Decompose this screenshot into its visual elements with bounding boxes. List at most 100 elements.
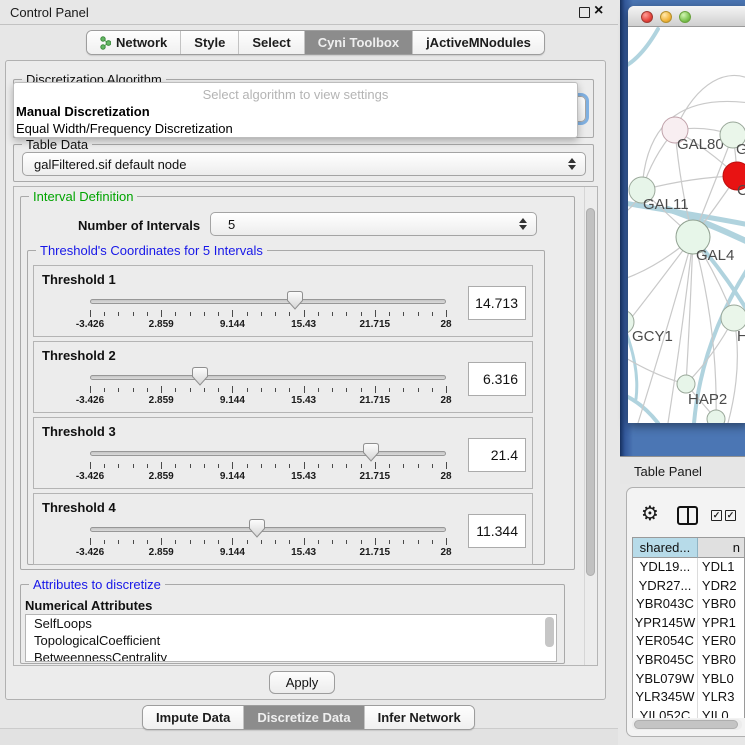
threshold-label: Threshold 4 — [42, 500, 116, 515]
slider-tick-label: 28 — [440, 471, 451, 482]
slider-tick — [261, 388, 262, 392]
number-of-intervals-value: 5 — [211, 217, 536, 232]
slider-tick — [261, 312, 262, 316]
slider-tick — [318, 388, 319, 392]
table-row[interactable]: YBR045CYBR0 — [633, 651, 744, 670]
slider-tick — [304, 462, 305, 469]
table-row[interactable]: YIL052CYIL0 — [633, 707, 744, 718]
gear-icon[interactable]: ⚙ — [641, 501, 659, 525]
table-row[interactable]: YBR043CYBR0 — [633, 595, 744, 614]
slider-tick — [104, 540, 105, 544]
slider-tick — [190, 388, 191, 392]
vertical-scrollbar-thumb[interactable] — [586, 208, 595, 576]
tab-network[interactable]: Network — [87, 31, 181, 54]
slider-tick — [218, 388, 219, 392]
list-item[interactable]: TopologicalCoefficient — [26, 632, 556, 649]
network-node-label: GA — [736, 141, 745, 158]
threshold-value-field[interactable]: 14.713 — [468, 286, 526, 320]
algorithm-option[interactable]: Manual Discretization — [16, 104, 556, 119]
slider-tick — [90, 538, 91, 545]
slider-tick — [289, 388, 290, 392]
slider-tick-label: 21.715 — [360, 547, 391, 558]
horizontal-scrollbar-track[interactable] — [632, 719, 742, 730]
slider-tick-label: -3.426 — [76, 395, 104, 406]
list-item[interactable]: SelfLoops — [26, 615, 556, 632]
table-row[interactable]: YDR27...YDR2 — [633, 577, 744, 596]
slider-tick — [289, 464, 290, 468]
algorithm-option[interactable]: Equal Width/Frequency Discretization — [16, 121, 556, 136]
number-of-intervals-combobox[interactable]: 5 — [210, 212, 537, 236]
checkbox-icon[interactable]: ✓ — [725, 510, 736, 521]
close-icon[interactable]: × — [594, 2, 603, 20]
close-traffic-light-icon[interactable] — [641, 11, 653, 23]
slider-tick — [247, 388, 248, 392]
tab-style[interactable]: Style — [181, 31, 239, 54]
threshold-value-field[interactable]: 6.316 — [468, 362, 526, 396]
column-header-name[interactable]: n — [698, 538, 744, 558]
cell-name: YPR1 — [698, 614, 744, 633]
float-window-icon[interactable] — [579, 7, 590, 18]
minimize-traffic-light-icon[interactable] — [660, 11, 672, 23]
tab-cyni-toolbox[interactable]: Cyni Toolbox — [305, 31, 413, 54]
slider-tick — [446, 538, 447, 545]
cell-name: YBR0 — [698, 595, 744, 614]
tab-impute-data[interactable]: Impute Data — [143, 706, 244, 729]
table-row[interactable]: YBL079WYBL0 — [633, 670, 744, 689]
screen: Control Panel × NetworkStyleSelectCyni T… — [0, 0, 745, 745]
threshold-value-field[interactable]: 21.4 — [468, 438, 526, 472]
list-scrollbar-thumb[interactable] — [545, 617, 554, 647]
tab-infer-network[interactable]: Infer Network — [365, 706, 474, 729]
slider-thumb[interactable] — [287, 291, 303, 310]
slider-thumb[interactable] — [249, 519, 265, 538]
slider-track[interactable] — [90, 299, 446, 304]
slider-track[interactable] — [90, 375, 446, 380]
column-browser-icon[interactable] — [677, 506, 698, 525]
slider-tick — [232, 462, 233, 469]
slider-tick — [403, 312, 404, 316]
tab-select[interactable]: Select — [239, 31, 304, 54]
table-row[interactable]: YDL19...YDL1 — [633, 558, 744, 577]
slider-tick — [432, 388, 433, 392]
slider-tick — [204, 540, 205, 544]
slider-tick — [361, 464, 362, 468]
combo-arrows-icon — [519, 218, 527, 230]
checkbox-icon[interactable]: ✓ — [711, 510, 722, 521]
slider-tick — [204, 464, 205, 468]
cyni-mode-tabs: Impute DataDiscretize DataInfer Network — [142, 705, 475, 730]
slider-thumb[interactable] — [192, 367, 208, 386]
network-node[interactable] — [707, 410, 725, 423]
table-data-combobox[interactable]: galFiltered.sif default node — [22, 152, 586, 176]
slider-tick — [361, 540, 362, 544]
slider-tick — [175, 540, 176, 544]
threshold-label: Threshold 1 — [42, 272, 116, 287]
column-header-shared[interactable]: shared... — [633, 538, 698, 558]
table-row[interactable]: YER054CYER0 — [633, 632, 744, 651]
slider-tick — [375, 310, 376, 317]
slider-tick — [403, 388, 404, 392]
tab-discretize-data[interactable]: Discretize Data — [244, 706, 364, 729]
table-row[interactable]: YLR345WYLR3 — [633, 688, 744, 707]
threshold-panel: Threshold 1-3.4262.8599.14415.4321.71528… — [33, 265, 533, 337]
tab-jactivemnodules[interactable]: jActiveMNodules — [413, 31, 544, 54]
slider-tick — [375, 538, 376, 545]
network-canvas[interactable]: GAL80GACGAL11GAL4GCY1HHAP2 — [628, 27, 745, 423]
table-data-title: Table Data — [22, 137, 92, 152]
zoom-traffic-light-icon[interactable] — [679, 11, 691, 23]
slider-track[interactable] — [90, 527, 446, 532]
horizontal-scrollbar-thumb[interactable] — [634, 720, 738, 729]
threshold-value-field[interactable]: 11.344 — [468, 514, 526, 548]
table-row[interactable]: YPR145WYPR1 — [633, 614, 744, 633]
slider-track[interactable] — [90, 451, 446, 456]
list-item[interactable]: BetweennessCentrality — [26, 649, 556, 662]
slider-tick-label: 15.43 — [291, 471, 316, 482]
slider-tick — [161, 462, 162, 469]
slider-thumb[interactable] — [363, 443, 379, 462]
apply-button[interactable]: Apply — [269, 671, 335, 694]
slider-tick-label: 28 — [440, 319, 451, 330]
slider-tick-label: 21.715 — [360, 319, 391, 330]
network-window-titlebar — [628, 6, 745, 27]
slider-tick — [446, 386, 447, 393]
thresholds-group-title: Threshold's Coordinates for 5 Intervals — [36, 243, 267, 258]
slider-tick-label: 2.859 — [149, 319, 174, 330]
slider-tick — [275, 312, 276, 316]
